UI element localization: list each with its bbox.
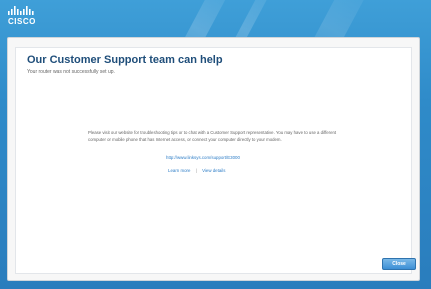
- cisco-logo: CISCO: [8, 6, 48, 30]
- support-dialog: Our Customer Support team can help Your …: [7, 37, 420, 281]
- support-link[interactable]: http://www.linksys.com/support/E3000: [166, 155, 240, 160]
- cisco-logo-bars-icon: [8, 6, 34, 15]
- dialog-title: Our Customer Support team can help: [27, 54, 223, 66]
- close-button[interactable]: Close: [382, 258, 416, 270]
- view-details-link[interactable]: View details: [202, 168, 225, 173]
- support-links-row: Learn more | View details: [168, 168, 225, 173]
- cisco-logo-text: CISCO: [8, 17, 36, 26]
- support-message: Please visit our website for troubleshoo…: [88, 130, 337, 142]
- learn-more-link[interactable]: Learn more: [168, 168, 190, 173]
- dialog-subtitle: Your router was not successfully set up.: [27, 69, 115, 75]
- support-dialog-content: Our Customer Support team can help Your …: [15, 47, 416, 274]
- links-separator: |: [195, 168, 197, 173]
